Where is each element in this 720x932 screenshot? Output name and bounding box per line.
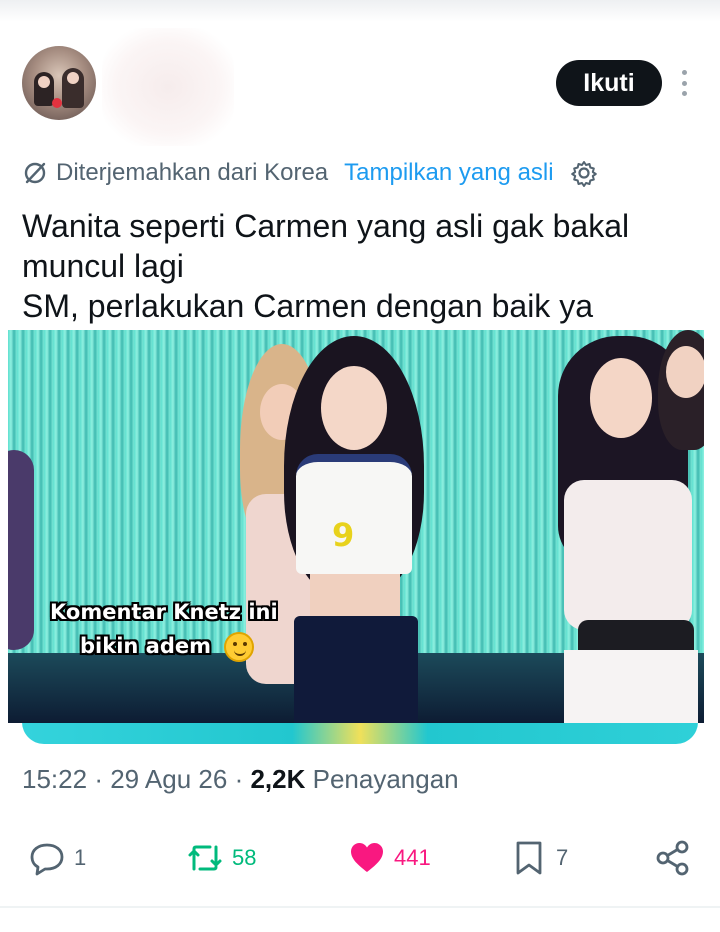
avatar-face <box>67 72 79 84</box>
dancer-main: 9 <box>266 336 446 723</box>
caption-text: bikin adem <box>80 634 211 658</box>
meta-separator: · <box>234 764 251 794</box>
more-options-icon[interactable] <box>676 66 692 100</box>
reply-icon <box>30 843 64 876</box>
like-button[interactable]: 441 <box>348 836 431 880</box>
dancer-far-right <box>648 330 704 470</box>
shirt-number: 9 <box>332 516 355 554</box>
dancer-left-edge <box>8 450 44 723</box>
bookmark-icon <box>516 841 542 875</box>
action-bar: 1 58 441 7 <box>0 836 720 880</box>
tweet-line: Wanita seperti Carmen yang asli gak baka… <box>22 208 630 244</box>
avatar-face <box>38 76 50 88</box>
retweet-icon <box>188 845 222 871</box>
video-frame[interactable]: 9 Komentar Knetz ini bikin adem <box>8 330 704 723</box>
retweet-count: 58 <box>232 845 257 870</box>
blurred-username <box>102 28 234 146</box>
bookmark-button[interactable]: 7 <box>510 836 568 880</box>
follow-button[interactable]: Ikuti <box>556 60 662 106</box>
top-edge <box>0 0 720 22</box>
translation-row: Diterjemahkan dari Korea Tampilkan yang … <box>22 156 598 190</box>
tweet-meta: 15:22 · 29 Agu 26 · 2,2K Penayangan <box>22 764 459 795</box>
tweet-line: SM, perlakukan Carmen dengan baik ya <box>22 288 593 324</box>
tweet-time: 15:22 <box>22 764 88 794</box>
tweet-line: muncul lagi <box>22 248 184 284</box>
tweet-text: Wanita seperti Carmen yang asli gak baka… <box>22 206 702 326</box>
reply-button[interactable]: 1 <box>28 836 86 880</box>
divider <box>0 906 720 908</box>
tweet-date: 29 Agu 26 <box>110 764 228 794</box>
views-label: Penayangan <box>312 764 459 794</box>
avatar[interactable] <box>22 46 96 120</box>
show-original-link[interactable]: Tampilkan yang asli <box>344 159 553 187</box>
translate-icon <box>24 162 46 184</box>
like-count: 441 <box>394 845 431 870</box>
heart-icon <box>351 843 383 872</box>
video-caption-line: bikin adem <box>80 632 255 662</box>
views-count[interactable]: 2,2K <box>250 764 305 794</box>
share-button[interactable] <box>654 836 692 880</box>
share-icon <box>656 840 689 876</box>
bookmark-count: 7 <box>556 845 569 870</box>
video-caption-line: Komentar Knetz ini <box>50 600 278 624</box>
hugging-face-icon <box>224 632 255 662</box>
avatar-detail <box>52 98 62 108</box>
translated-from-label: Diterjemahkan dari Korea <box>56 159 329 186</box>
gear-icon[interactable] <box>570 159 598 187</box>
reply-count: 1 <box>74 845 87 870</box>
media-container[interactable]: 9 Komentar Knetz ini bikin adem <box>8 330 704 744</box>
retweet-button[interactable]: 58 <box>186 836 256 880</box>
meta-separator: · <box>94 764 111 794</box>
